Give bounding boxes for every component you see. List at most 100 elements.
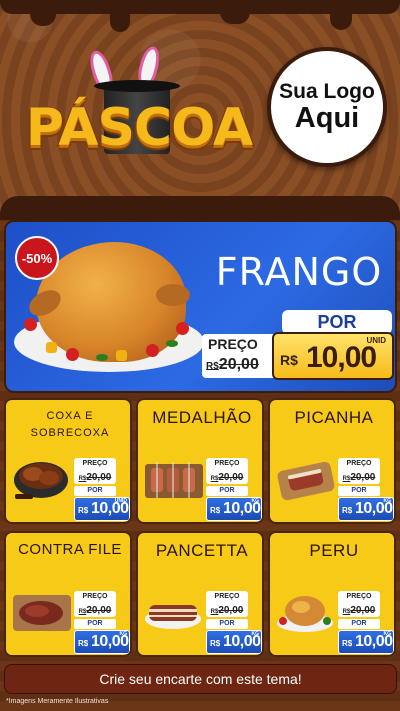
old-price-box: PREÇO R$20,00 — [206, 591, 248, 617]
price-box: R$ 10,00 KG — [74, 630, 130, 654]
por-label: POR — [206, 619, 248, 629]
product-card: PANCETTA PREÇO R$20,00 POR R$ 10,00 KG — [136, 531, 264, 657]
hero-preco-label: PREÇO — [208, 336, 258, 352]
hero-old-price: R$20,00 — [206, 356, 259, 374]
por-label: POR — [338, 486, 380, 496]
currency: R$ — [210, 639, 221, 648]
herb-garnish — [166, 340, 178, 347]
price-box: R$ 10,00 KG — [206, 630, 262, 654]
price-box: R$ 10,00 KG — [338, 630, 394, 654]
tomato-garnish — [146, 344, 159, 357]
chocolate-drip — [110, 0, 130, 32]
chocolate-divider — [0, 196, 400, 220]
hero-por-label: POR — [282, 310, 392, 334]
por-label: POR — [206, 486, 248, 496]
carrot-garnish — [116, 350, 127, 361]
preco-label: PREÇO — [214, 593, 240, 600]
hero-currency: R$ — [280, 352, 298, 368]
discount-badge: -50% — [15, 236, 59, 280]
hero-price-box: UNID R$ 10,00 — [272, 332, 394, 380]
currency: R$ — [78, 506, 89, 515]
product-title: MEDALHÃO — [152, 408, 252, 427]
por-label: POR — [74, 619, 116, 629]
logo-line-2: Aqui — [294, 101, 360, 134]
old-price-box: PREÇO R$20,00 — [74, 458, 116, 484]
old-value: 20,00 — [218, 605, 244, 616]
chocolate-drip — [220, 0, 250, 24]
currency: R$ — [342, 506, 353, 515]
product-title: PICANHA — [294, 408, 374, 427]
old-value: 20,00 — [86, 472, 112, 483]
chocolate-drip — [330, 0, 352, 30]
hero-old-value: 20,00 — [218, 356, 259, 373]
roast-turkey-image — [277, 596, 333, 632]
chicken-pan-image — [14, 462, 68, 499]
hero-offer-card: -50% FRANGO POR PREÇO R$20,00 UNID R$ 10… — [4, 220, 397, 393]
por-label: POR — [74, 486, 116, 496]
old-value: 20,00 — [350, 472, 376, 483]
unit: KG — [251, 631, 260, 637]
picanha-board-image — [277, 461, 335, 501]
old-value: 20,00 — [218, 472, 244, 483]
currency: R$ — [78, 639, 89, 648]
hero-product-name: FRANGO — [215, 250, 383, 294]
logo-line-1: Sua Logo — [279, 79, 375, 103]
preco-label: PREÇO — [214, 460, 240, 467]
skewers-image — [145, 462, 203, 498]
flyer-page: PÁSCOA Sua Logo Aqui -50% FRANGO POR PRE… — [0, 0, 400, 711]
product-title: CONTRA FILE — [18, 541, 122, 558]
old-price: R$20,00 — [343, 472, 376, 483]
price-box: R$ 10,00 KG — [338, 497, 394, 521]
unit: UNID — [114, 498, 127, 504]
header-banner: PÁSCOA Sua Logo Aqui — [0, 0, 400, 215]
product-title-line1: COXA E — [46, 410, 94, 422]
product-title: PERU — [309, 541, 359, 560]
steak-image — [13, 595, 71, 631]
old-price-box: PREÇO R$20,00 — [74, 591, 116, 617]
logo-placeholder: Sua Logo Aqui — [267, 47, 387, 167]
old-price-box: PREÇO R$20,00 — [206, 458, 248, 484]
currency: R$ — [210, 506, 221, 515]
chicken-leg — [156, 284, 190, 306]
tomato-garnish — [176, 322, 189, 335]
product-card: CONTRA FILE PREÇO R$20,00 POR R$ 10,00 K… — [4, 531, 132, 657]
product-card: MEDALHÃO PREÇO R$20,00 POR R$ 10,00 KG — [136, 398, 264, 524]
carrot-garnish — [46, 342, 57, 353]
product-card: PICANHA PREÇO R$20,00 POR R$ 10,00 KG — [268, 398, 396, 524]
disclaimer-note: *Imagens Meramente Ilustrativas — [6, 698, 109, 705]
preco-label: PREÇO — [82, 593, 108, 600]
pancetta-image — [145, 605, 201, 629]
price-box: R$ 10,00 UNID — [74, 497, 130, 521]
create-flyer-cta[interactable]: Crie seu encarte com este tema! — [4, 664, 397, 694]
product-title: PANCETTA — [155, 541, 249, 560]
unit: KG — [251, 498, 260, 504]
tomato-garnish — [66, 348, 79, 361]
old-price: R$20,00 — [343, 605, 376, 616]
preco-label: PREÇO — [346, 593, 372, 600]
por-label: POR — [338, 619, 380, 629]
old-price: R$20,00 — [211, 605, 244, 616]
preco-label: PREÇO — [82, 460, 108, 467]
unit: KG — [119, 631, 128, 637]
old-price-box: PREÇO R$20,00 — [338, 458, 380, 484]
product-card: PERU PREÇO R$20,00 POR R$ 10,00 KG — [268, 531, 396, 657]
product-card: COXA E SOBRECOXA PREÇO R$20,00 POR R$ 10… — [4, 398, 132, 524]
hero-price: 10,00 — [306, 341, 377, 374]
unit: KG — [383, 498, 392, 504]
product-title-line2: SOBRECOXA — [30, 426, 110, 439]
chocolate-drip — [30, 0, 56, 26]
hero-old-currency: R$ — [206, 361, 219, 372]
unit: KG — [383, 631, 392, 637]
pascoa-title-group: PÁSCOA — [8, 40, 270, 170]
hero-old-price-box: PREÇO R$20,00 — [202, 334, 278, 378]
preco-label: PREÇO — [346, 460, 372, 467]
old-value: 20,00 — [350, 605, 376, 616]
product-title: COXA E SOBRECOXA — [8, 408, 130, 441]
herb-garnish — [96, 354, 108, 361]
old-price: R$20,00 — [79, 605, 112, 616]
price-box: R$ 10,00 KG — [206, 497, 262, 521]
old-price: R$20,00 — [211, 472, 244, 483]
hat-brim — [94, 80, 180, 92]
tomato-garnish — [24, 318, 37, 331]
currency: R$ — [342, 639, 353, 648]
